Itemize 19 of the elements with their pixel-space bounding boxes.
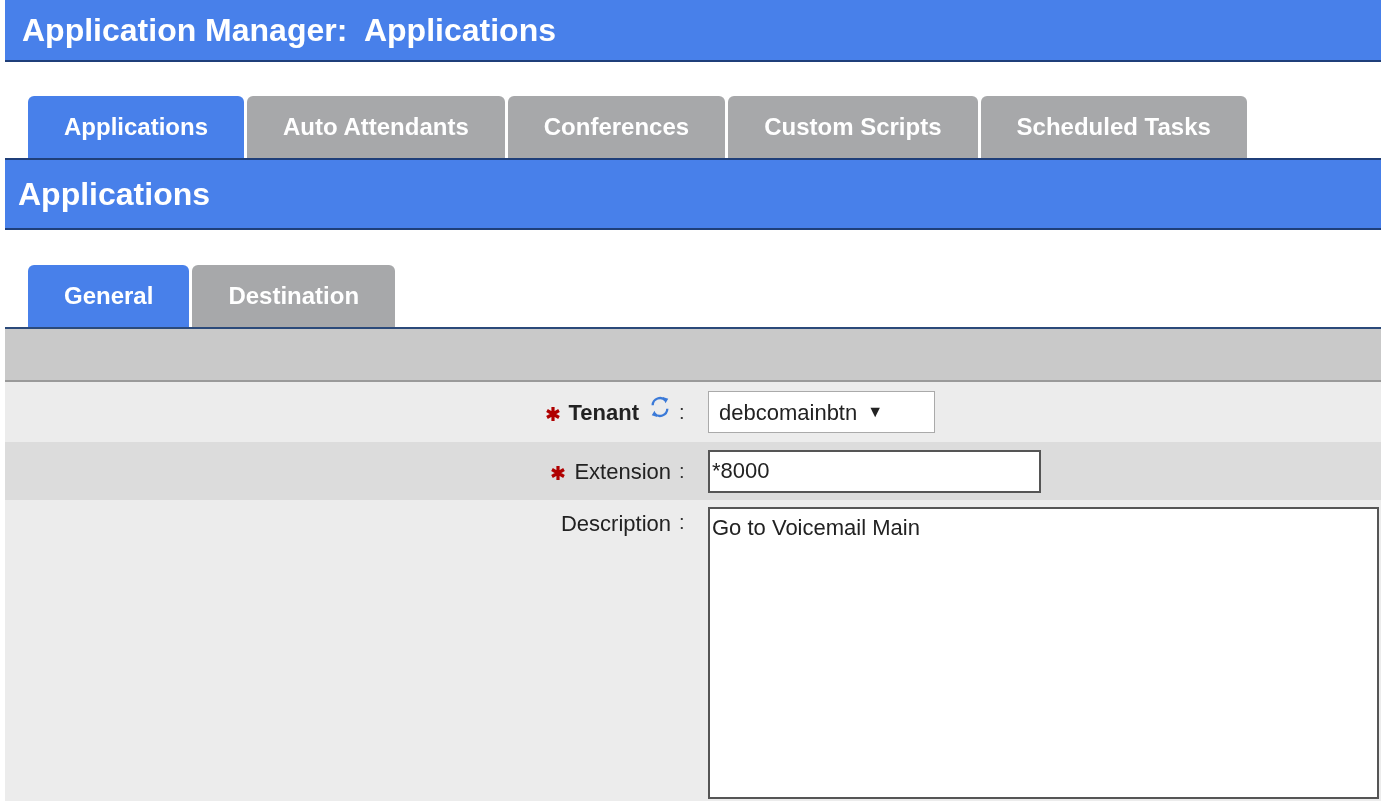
- section-title: Applications: [18, 175, 210, 214]
- extension-input[interactable]: *8000: [708, 449, 1041, 493]
- tab[interactable]: Destination: [192, 265, 396, 327]
- tab[interactable]: Conferences: [507, 96, 726, 158]
- separator-colon: :: [679, 510, 686, 535]
- separator-colon: :: [679, 400, 686, 425]
- field-label: Tenant: [568, 398, 639, 427]
- tenant-dropdown[interactable]: debcomainbtn ▼: [708, 391, 935, 433]
- tab[interactable]: Auto Attendants: [247, 96, 505, 158]
- tab[interactable]: Custom Scripts: [728, 96, 978, 158]
- tab[interactable]: Applications: [28, 96, 244, 158]
- separator-colon: :: [679, 459, 686, 484]
- tab[interactable]: Scheduled Tasks: [980, 96, 1247, 158]
- dropdown-arrow-icon: ▼: [867, 400, 884, 424]
- page-title: Application Manager: Applications: [22, 11, 556, 50]
- description-textarea[interactable]: Go to Voicemail Main: [708, 507, 1379, 799]
- tab[interactable]: General: [28, 265, 190, 327]
- field-label: Extension: [574, 457, 671, 486]
- field-label: Description: [560, 510, 671, 538]
